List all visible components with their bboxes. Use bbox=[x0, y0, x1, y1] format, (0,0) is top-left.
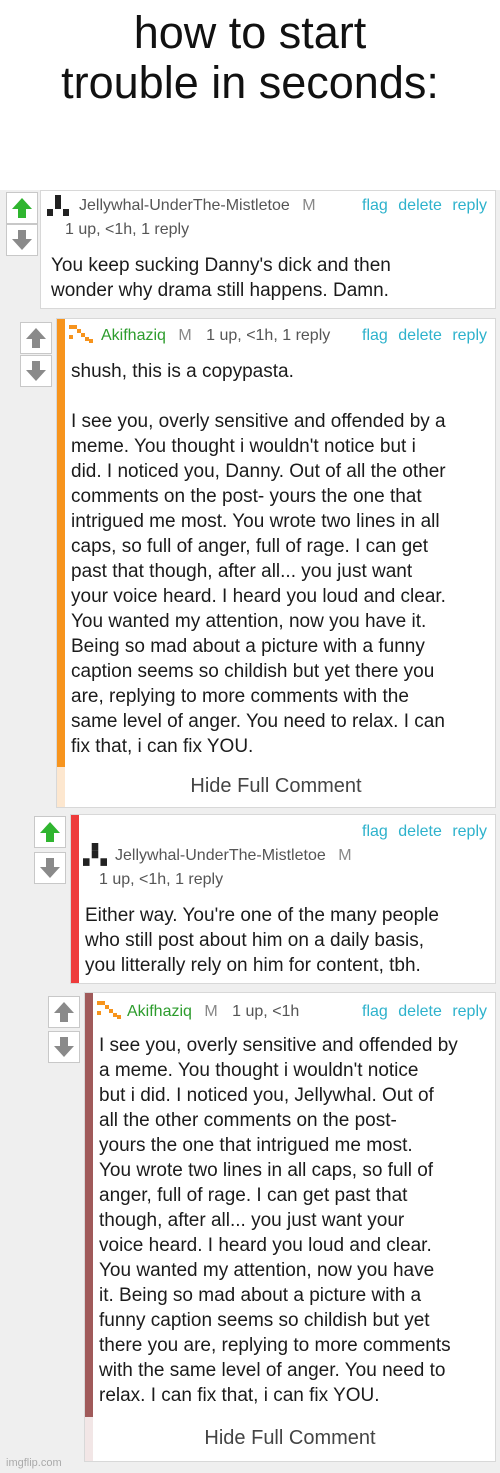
meme-caption: how to start trouble in seconds: bbox=[0, 0, 500, 190]
comment-body: shush, this is a copypasta. I see you, o… bbox=[71, 361, 446, 757]
upvote-button[interactable] bbox=[48, 996, 80, 1028]
thread-depth-bar bbox=[71, 815, 79, 983]
flag-link[interactable]: flag bbox=[362, 327, 388, 344]
mod-badge: M bbox=[338, 847, 352, 864]
username-link[interactable]: Jellywhal-UnderThe-Mistletoe bbox=[115, 847, 326, 864]
reply-link[interactable]: reply bbox=[452, 1003, 487, 1020]
user-avatar-icon bbox=[47, 195, 69, 216]
comment-thread: Jellywhal-UnderThe-Mistletoe M 1 up, <1h… bbox=[0, 190, 500, 1473]
downvote-arrow-icon bbox=[12, 230, 32, 250]
upvote-button[interactable] bbox=[34, 816, 66, 848]
comment-header: Jellywhal-UnderThe-Mistletoe M bbox=[79, 197, 316, 215]
comment-body: I see you, overly sensitive and offended… bbox=[99, 1035, 458, 1406]
delete-link[interactable]: delete bbox=[398, 1003, 442, 1020]
downvote-button[interactable] bbox=[48, 1031, 80, 1063]
user-avatar-icon bbox=[83, 843, 107, 866]
upvote-arrow-icon bbox=[12, 198, 32, 218]
reply-link[interactable]: reply bbox=[452, 823, 487, 840]
downvote-button[interactable] bbox=[20, 355, 52, 387]
meme-caption-line1: how to start bbox=[133, 7, 367, 58]
downvote-button[interactable] bbox=[34, 852, 66, 884]
comment-header: Akifhaziq M 1 up, <1h bbox=[127, 1003, 299, 1021]
comment-4: Akifhaziq M 1 up, <1h flag delete reply … bbox=[84, 992, 496, 1462]
upvote-button[interactable] bbox=[20, 322, 52, 354]
flag-link[interactable]: flag bbox=[362, 197, 388, 214]
comment-1: Jellywhal-UnderThe-Mistletoe M 1 up, <1h… bbox=[40, 190, 496, 309]
delete-link[interactable]: delete bbox=[398, 327, 442, 344]
downvote-arrow-icon bbox=[26, 361, 46, 381]
hide-full-comment-link[interactable]: Hide Full Comment bbox=[57, 775, 495, 798]
mod-badge: M bbox=[178, 327, 192, 344]
mod-badge: M bbox=[204, 1003, 218, 1020]
comment-body: Either way. You're one of the many peopl… bbox=[85, 905, 439, 976]
delete-link[interactable]: delete bbox=[398, 823, 442, 840]
reply-link[interactable]: reply bbox=[452, 197, 487, 214]
comment-actions: flag delete reply bbox=[356, 327, 487, 345]
thread-depth-bar bbox=[57, 319, 65, 807]
comment-header: Jellywhal-UnderThe-Mistletoe M bbox=[115, 847, 352, 865]
user-avatar-icon bbox=[97, 1001, 121, 1019]
comment-actions: flag delete reply bbox=[356, 1003, 487, 1021]
comment-actions: flag delete reply bbox=[356, 197, 487, 215]
reply-link[interactable]: reply bbox=[452, 327, 487, 344]
comment-meta: 1 up, <1h, 1 reply bbox=[206, 327, 331, 344]
imgflip-watermark: imgflip.com bbox=[6, 1457, 62, 1469]
comment-meta: 1 up, <1h bbox=[232, 1003, 300, 1020]
comment-meta: 1 up, <1h, 1 reply bbox=[65, 221, 190, 238]
hide-full-comment-link[interactable]: Hide Full Comment bbox=[85, 1427, 495, 1450]
comment-meta: 1 up, <1h, 1 reply bbox=[99, 871, 224, 888]
downvote-button[interactable] bbox=[6, 224, 38, 256]
username-link[interactable]: Akifhaziq bbox=[127, 1003, 192, 1020]
upvote-button[interactable] bbox=[6, 192, 38, 224]
user-avatar-icon bbox=[69, 325, 93, 343]
thread-depth-bar bbox=[85, 993, 93, 1461]
upvote-arrow-icon bbox=[26, 328, 46, 348]
comment-2: Akifhaziq M 1 up, <1h, 1 reply flag dele… bbox=[56, 318, 496, 808]
downvote-arrow-icon bbox=[54, 1037, 74, 1057]
comment-actions: flag delete reply bbox=[356, 823, 487, 841]
mod-badge: M bbox=[302, 197, 316, 214]
comment-body: You keep sucking Danny's dick and then w… bbox=[51, 255, 391, 301]
username-link[interactable]: Akifhaziq bbox=[101, 327, 166, 344]
flag-link[interactable]: flag bbox=[362, 823, 388, 840]
flag-link[interactable]: flag bbox=[362, 1003, 388, 1020]
comment-header: Akifhaziq M 1 up, <1h, 1 reply bbox=[101, 327, 330, 345]
comment-3: flag delete reply Jellywhal-UnderThe-Mis… bbox=[70, 814, 496, 984]
downvote-arrow-icon bbox=[40, 858, 60, 878]
upvote-arrow-icon bbox=[54, 1002, 74, 1022]
username-link[interactable]: Jellywhal-UnderThe-Mistletoe bbox=[79, 197, 290, 214]
meme-caption-line2: trouble in seconds: bbox=[61, 57, 439, 108]
delete-link[interactable]: delete bbox=[398, 197, 442, 214]
upvote-arrow-icon bbox=[40, 822, 60, 842]
